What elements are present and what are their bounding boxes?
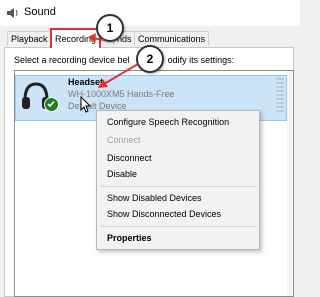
annotation-badge-2: 2 (136, 45, 164, 73)
tab-playback[interactable]: Playback (7, 31, 52, 46)
menu-item-connect: Connect (107, 135, 141, 145)
menu-item-disable[interactable]: Disable (107, 169, 137, 179)
menu-separator (101, 186, 257, 187)
list-scrollbar[interactable] (287, 71, 293, 296)
green-check-icon (44, 97, 59, 112)
title-bar: Sound (0, 0, 300, 26)
annotation-badge-1: 1 (96, 14, 124, 42)
menu-item-properties[interactable]: Properties (107, 233, 152, 243)
tab-communications[interactable]: Communications (134, 31, 210, 46)
menu-item-show-disconnected-devices[interactable]: Show Disconnected Devices (107, 209, 221, 219)
level-meter (276, 78, 284, 116)
menu-item-disconnect[interactable]: Disconnect (107, 153, 152, 163)
menu-item-show-disabled-devices[interactable]: Show Disabled Devices (107, 193, 202, 203)
mouse-cursor-icon (80, 96, 92, 113)
menu-separator (101, 226, 257, 227)
window-title: Sound (24, 6, 56, 18)
speaker-icon (7, 8, 18, 18)
device-name: Headset (68, 77, 104, 87)
context-menu: Configure Speech Recognition Connect Dis… (96, 110, 260, 250)
tab-recording[interactable]: Recording (50, 28, 102, 48)
menu-item-configure-speech-recognition[interactable]: Configure Speech Recognition (107, 117, 229, 127)
instruction-text: Select a recording device bel odify its s… (14, 55, 235, 65)
